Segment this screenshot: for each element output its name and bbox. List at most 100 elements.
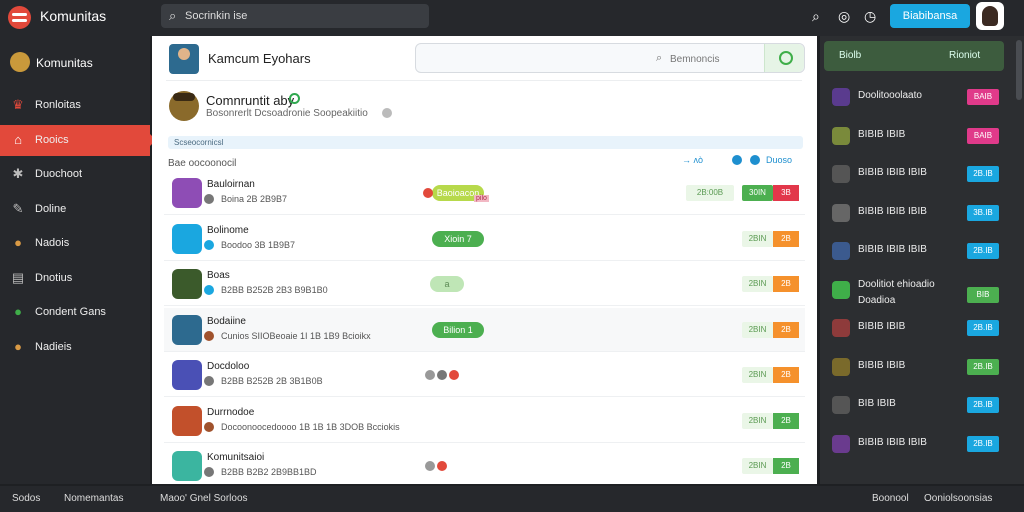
sidebar-item[interactable]: ♛ Ronloitas [0,90,150,121]
rail-item-button[interactable]: 3B.IB [967,204,999,221]
row-action-button[interactable]: 2B [773,230,799,247]
rail-item-button[interactable]: 2B.IB [967,166,999,182]
sort-control[interactable]: → ʌò [682,155,703,165]
verified-icon [289,93,300,104]
sidebar-header[interactable]: Komunitas [10,52,150,74]
rail-item-button[interactable]: 2B.IB [967,243,999,259]
sidebar-item[interactable]: ✎ Doline [0,194,150,225]
page-title: Kamcum Eyohars [208,51,311,66]
app-logo-icon[interactable] [8,6,31,29]
rail-item-button[interactable]: 2B.IB [967,397,999,413]
rail-item[interactable]: BIBIB IBIB IBIB 3B.IB [820,194,1024,230]
global-search-input[interactable] [185,8,415,24]
row-action-button[interactable]: 2B [773,458,799,474]
user-avatar[interactable] [976,2,1004,30]
divider [166,80,802,81]
row-action-button[interactable]: 2B [773,321,799,338]
row-meta: B2BB B252B 2B 3B1B0B [221,376,323,386]
bottom-item[interactable]: Nomemantas [64,493,123,504]
rail-item-button[interactable]: BIB [967,286,999,303]
primary-cta-button[interactable]: Biabibansa [890,4,970,28]
clock-icon[interactable]: ◷ [864,8,876,25]
rail-item-button[interactable]: 2B.IB [967,435,999,452]
global-search[interactable]: ⌕ [161,4,429,28]
rail-item[interactable]: BIB IBIB 2B.IB [820,386,1024,422]
community-title: Comnruntit aby [206,93,295,108]
rail-item[interactable]: BIBIB IBIB IBIB 2B.IB [820,232,1024,268]
panel-search[interactable]: ⌕ [415,43,805,73]
rail-item-icon [832,396,850,414]
count-badge: 2BIN [742,276,773,292]
sidebar-item[interactable]: ● Nadois [0,228,150,259]
status-badge [204,467,214,477]
filter-icon[interactable] [750,155,760,165]
bottom-item[interactable]: Ooniolsoonsias [924,493,992,504]
row-name: Boas [207,270,230,281]
sidebar-item[interactable]: ⌂ Rooics [0,124,156,156]
rail-item-button[interactable]: 2B.IB [967,320,999,336]
row-name: Komunitsaioi [207,452,265,463]
bottom-item[interactable]: Sodos [12,493,40,504]
row-avatar [172,178,202,208]
game-avatar-icon: ● [14,235,22,250]
sidebar-item-label: Dnotius [35,271,73,284]
rail-item[interactable]: BIBIB IBIB BAIB [820,117,1024,153]
status-pill[interactable]: Bilion 1 [432,321,484,338]
status-badge [204,194,214,204]
bottom-bar: Sodos Nomemantas Maoo' Gnel Sorloos Boon… [0,486,1024,512]
table-row[interactable]: Durrnodoe Docoonoocedoooo 1B 1B 1B 3DOB B… [164,399,805,443]
count-badge: 2B:00B [686,185,734,201]
game-avatar-icon: ● [14,338,22,354]
table-row[interactable]: Bolinome Boodoo 3B 1B9B7 Xioin 7 2BIN 2B [164,217,805,261]
row-action-button[interactable]: 2B [773,367,799,383]
info-icon[interactable] [382,108,392,118]
bottom-item[interactable]: Boonool [872,493,909,504]
sidebar-item[interactable]: ▤ Dnotius [0,263,150,294]
rail-item-label: BIBIB IBIB IBIB [858,205,927,217]
sidebar-item[interactable]: ✱ Duochoot [0,159,150,190]
rail-item-button[interactable]: 2B.IB [967,358,999,375]
tag-label: pilo [474,195,489,202]
status-pill[interactable]: a [430,276,464,292]
rail-item-icon [832,434,850,453]
search-submit-button[interactable] [764,44,804,72]
table-row[interactable]: Bodaiine Cunios SIIOBeoaie 1I 1B 1B9 Bcio… [164,307,805,352]
brand-title: Komunitas [40,8,107,24]
rail-tab[interactable]: Biolb [839,50,861,61]
sidebar-item-label: Nadois [35,237,70,249]
community-subtitle: Bosonrerlt Dcsoadronie Soopeakiitio [206,108,368,119]
search-icon[interactable]: ⌕ [812,8,820,25]
count-badge: 2BIN [742,412,773,429]
chat-icon[interactable]: ◎ [838,8,850,25]
status-dot-icon [425,461,435,471]
table-row[interactable]: Bauloirnan Boina 2B 2B9B7 Baoioacon pilo 2B:… [164,171,805,215]
rail-header: Biolb Rioniot [824,41,1004,71]
rail-item[interactable]: Doolitooolaato BAIB [820,78,1024,114]
rail-item[interactable]: BIBIB IBIB 2B.IB [820,348,1024,384]
table-row[interactable]: Boas B2BB B252B 2B3 B9B1B0 a 2BIN 2B [164,262,805,306]
sidebar-item[interactable]: ● Condent Gans [0,297,150,328]
table-row[interactable]: Komunitsaioi B2BB B2B2 2B9BB1BD 2BIN 2B [164,444,805,484]
row-action-button[interactable]: 2B [773,276,799,292]
rail-item[interactable]: BIBIB IBIB 2B.IB [820,309,1024,345]
panel-search-input[interactable] [670,51,760,67]
row-name: Docdoloo [207,361,250,372]
rail-tab[interactable]: Rioniot [949,50,980,61]
rail-item-button[interactable]: BAIB [967,89,999,105]
scrollbar[interactable] [1016,40,1022,100]
rail-item[interactable]: BIBIB IBIB IBIB 2B.IB [820,155,1024,191]
status-dot-icon [437,370,447,380]
bottom-item[interactable]: Maoo' Gnel Sorloos [160,493,248,504]
view-control[interactable]: Duoso [766,155,792,165]
rail-item-label: BIB IBIB [858,398,896,409]
rail-item[interactable]: BIBIB IBIB IBIB 2B.IB [820,425,1024,461]
list-controls: → ʌò Duoso [682,155,806,167]
filter-icon[interactable] [732,155,742,165]
sidebar-item[interactable]: ● Nadieis [0,332,150,363]
count-badge: 2BIN [742,321,773,338]
row-action-button[interactable]: 2B [773,412,799,429]
table-row[interactable]: Docdoloo B2BB B252B 2B 3B1B0B 2BIN 2B [164,353,805,397]
rail-item-button[interactable]: BAIB [967,127,999,144]
row-action-button[interactable]: 3B [773,185,799,201]
status-pill[interactable]: Xioin 7 [432,230,484,247]
